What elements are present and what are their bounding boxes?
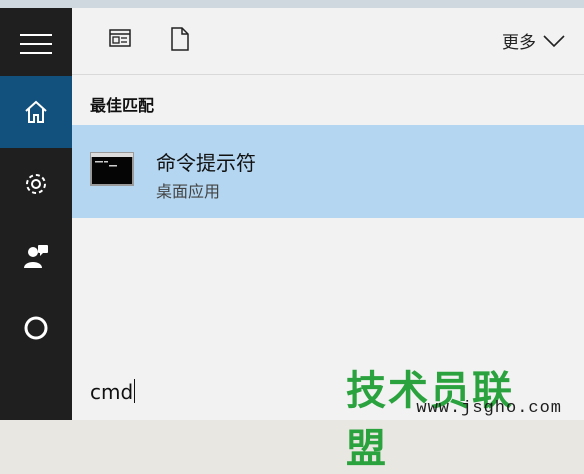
watermark-site: www.jsgho.com [416,399,562,418]
result-name: 命令提示符 [156,151,256,175]
apps-filter-button[interactable] [108,26,132,54]
feedback-icon [24,245,48,268]
documents-filter-button[interactable] [170,26,190,56]
desktop-background-strip [0,0,584,8]
search-query-text: cmd [90,380,134,404]
home-button[interactable] [0,76,72,148]
menu-button[interactable] [0,8,72,80]
home-icon [25,100,47,123]
chevron-down-icon [543,34,565,47]
document-icon [171,27,189,51]
search-toolbar: 更多 [72,8,584,75]
feedback-button[interactable] [0,220,72,292]
settings-button[interactable] [0,148,72,220]
left-rail [0,8,72,420]
cortana-button[interactable] [0,292,72,364]
gear-icon [26,174,46,194]
more-filters-button[interactable]: 更多 [502,28,566,53]
search-query: cmd [90,379,136,404]
command-prompt-icon [90,152,134,186]
text-caret [134,379,136,403]
result-type: 桌面应用 [156,182,221,201]
watermark: 技术员联盟 www.jsgho.com [346,358,576,472]
search-panel: 更多 最佳匹配 命令提示符 桌面应用 cmd 技术员联盟 www.jsgho.c… [72,8,584,472]
hamburger-icon [20,34,52,54]
cortana-circle-icon [24,316,48,340]
more-label: 更多 [502,33,536,53]
result-item-command-prompt[interactable]: 命令提示符 桌面应用 [72,125,584,218]
best-match-heading: 最佳匹配 [90,96,155,115]
apps-icon [109,29,131,47]
